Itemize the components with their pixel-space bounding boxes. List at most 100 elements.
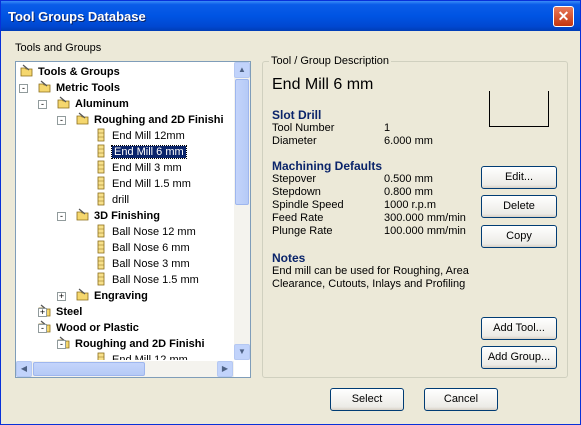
tree-node-label: Roughing and 2D Finishi — [94, 114, 224, 126]
stepover-value: 0.500 mm — [384, 173, 433, 185]
tree-node-label: Engraving — [94, 290, 148, 302]
tree-node-label: Ball Nose 12 mm — [112, 226, 196, 238]
tree-folder-node[interactable]: 3D Finishing — [76, 208, 160, 224]
collapse-icon[interactable]: - — [19, 84, 28, 93]
description-label: Tool / Group Description — [269, 55, 391, 67]
tree-folder-node[interactable]: Aluminum — [57, 96, 129, 112]
tree-tool-node[interactable]: End Mill 12mm — [94, 128, 185, 144]
scroll-left-button[interactable]: ◀ — [16, 361, 32, 377]
delete-button[interactable]: Delete — [481, 195, 557, 218]
add-tool-button[interactable]: Add Tool... — [481, 317, 557, 340]
tree-node-label: Roughing and 2D Finishi — [75, 338, 205, 350]
tree-folder-node[interactable]: Tools & Groups — [20, 64, 120, 80]
chevron-down-icon: ▼ — [238, 347, 246, 356]
tree-tool-node[interactable]: Ball Nose 3 mm — [94, 256, 190, 272]
collapse-icon[interactable]: - — [38, 100, 47, 109]
tree-tool-node[interactable]: Ball Nose 12 mm — [94, 224, 196, 240]
collapse-icon[interactable]: - — [38, 324, 47, 333]
tree-folder-node[interactable]: Engraving — [76, 288, 148, 304]
tree-node-label: Ball Nose 1.5 mm — [112, 274, 199, 286]
collapse-icon[interactable]: - — [57, 340, 66, 349]
tree-node-label: Aluminum — [75, 98, 129, 110]
tool-profile-preview — [489, 91, 549, 127]
tool-icon — [94, 224, 112, 238]
cancel-button[interactable]: Cancel — [424, 388, 498, 411]
close-icon: ✕ — [557, 8, 570, 24]
tree-folder-node[interactable]: Wood or Plastic — [38, 320, 139, 336]
notes-line-2: Clearance, Cutouts, Inlays and Profiling — [272, 278, 466, 290]
stepdown-value: 0.800 mm — [384, 186, 433, 198]
tool-icon — [94, 240, 112, 254]
add-group-button[interactable]: Add Group... — [481, 346, 557, 369]
tool-icon — [94, 192, 112, 206]
feed-rate-value: 300.000 mm/min — [384, 212, 466, 224]
tools-tree[interactable]: Tools & Groups Metric Tools - Aluminum - Roug… — [15, 61, 251, 378]
expand-icon[interactable]: + — [57, 292, 66, 301]
spindle-speed-label: Spindle Speed — [272, 199, 344, 211]
feed-rate-label: Feed Rate — [272, 212, 324, 224]
scroll-down-button[interactable]: ▼ — [234, 344, 250, 360]
tree-node-label: Tools & Groups — [38, 66, 120, 78]
tree-node-label: Ball Nose 3 mm — [112, 258, 190, 270]
horizontal-scrollbar[interactable]: ◀ ▶ — [16, 361, 234, 377]
tool-icon — [94, 352, 112, 360]
tree-node-label: End Mill 12mm — [112, 130, 185, 142]
plunge-rate-label: Plunge Rate — [272, 225, 333, 237]
tree-node-label: End Mill 6 mm — [111, 145, 187, 159]
tool-groups-dialog: Tool Groups Database ✕ Tools and Groups … — [0, 0, 581, 425]
machining-defaults-heading: Machining Defaults — [272, 159, 383, 173]
tree-node-label: Steel — [56, 306, 83, 318]
stepover-label: Stepover — [272, 173, 317, 185]
edit-button[interactable]: Edit... — [481, 166, 557, 189]
folder-icon — [76, 288, 94, 302]
diameter-label: Diameter — [272, 135, 317, 147]
folder-icon — [20, 64, 38, 78]
horizontal-scroll-thumb[interactable] — [33, 362, 145, 376]
select-button[interactable]: Select — [330, 388, 404, 411]
stepdown-label: Stepdown — [272, 186, 321, 198]
tool-icon — [94, 176, 112, 190]
tree-tool-node[interactable]: Ball Nose 6 mm — [94, 240, 190, 256]
tree-tool-node[interactable]: End Mill 1.5 mm — [94, 176, 191, 192]
tool-icon — [94, 272, 112, 286]
vertical-scrollbar[interactable]: ▲ ▼ — [234, 62, 250, 360]
tool-icon — [94, 128, 112, 142]
folder-icon — [76, 112, 94, 126]
collapse-icon[interactable]: - — [57, 212, 66, 221]
collapse-icon[interactable]: - — [57, 116, 66, 125]
tree-node-label: drill — [112, 194, 130, 206]
tree-node-label: End Mill 12 mm — [112, 354, 188, 360]
tool-type-heading: Slot Drill — [272, 108, 322, 122]
folder-icon — [76, 208, 94, 222]
spindle-speed-value: 1000 r.p.m — [384, 199, 436, 211]
folder-icon — [57, 96, 75, 110]
tree-tool-node[interactable]: End Mill 12 mm — [94, 352, 188, 360]
tool-number-label: Tool Number — [272, 122, 335, 134]
chevron-right-icon: ▶ — [221, 364, 229, 373]
scroll-right-button[interactable]: ▶ — [217, 361, 233, 377]
tool-title: End Mill 6 mm — [272, 76, 374, 93]
tree-node-label: Metric Tools — [56, 82, 120, 94]
title-bar[interactable]: Tool Groups Database ✕ — [1, 1, 580, 31]
scroll-up-button[interactable]: ▲ — [234, 62, 250, 78]
folder-icon — [38, 80, 56, 94]
tree-tool-node[interactable]: End Mill 6 mm — [94, 144, 187, 160]
tree-folder-node[interactable]: Roughing and 2D Finishi — [57, 336, 205, 352]
expand-icon[interactable]: + — [38, 308, 47, 317]
diameter-value: 6.000 mm — [384, 135, 433, 147]
window-title: Tool Groups Database — [8, 9, 146, 24]
tools-groups-label: Tools and Groups — [15, 42, 102, 54]
tree-folder-node[interactable]: Metric Tools — [38, 80, 120, 96]
tree-tool-node[interactable]: End Mill 3 mm — [94, 160, 182, 176]
close-button[interactable]: ✕ — [553, 6, 574, 27]
tree-tool-node[interactable]: Ball Nose 1.5 mm — [94, 272, 199, 288]
tree-folder-node[interactable]: Roughing and 2D Finishi — [76, 112, 224, 128]
notes-heading: Notes — [272, 251, 306, 265]
tree-node-label: 3D Finishing — [94, 210, 160, 222]
copy-button[interactable]: Copy — [481, 225, 557, 248]
tool-number-value: 1 — [384, 122, 391, 134]
tree-node-label: Wood or Plastic — [56, 322, 139, 334]
vertical-scroll-thumb[interactable] — [235, 79, 249, 205]
tree-tool-node[interactable]: drill — [94, 192, 129, 208]
tool-icon — [94, 160, 112, 174]
